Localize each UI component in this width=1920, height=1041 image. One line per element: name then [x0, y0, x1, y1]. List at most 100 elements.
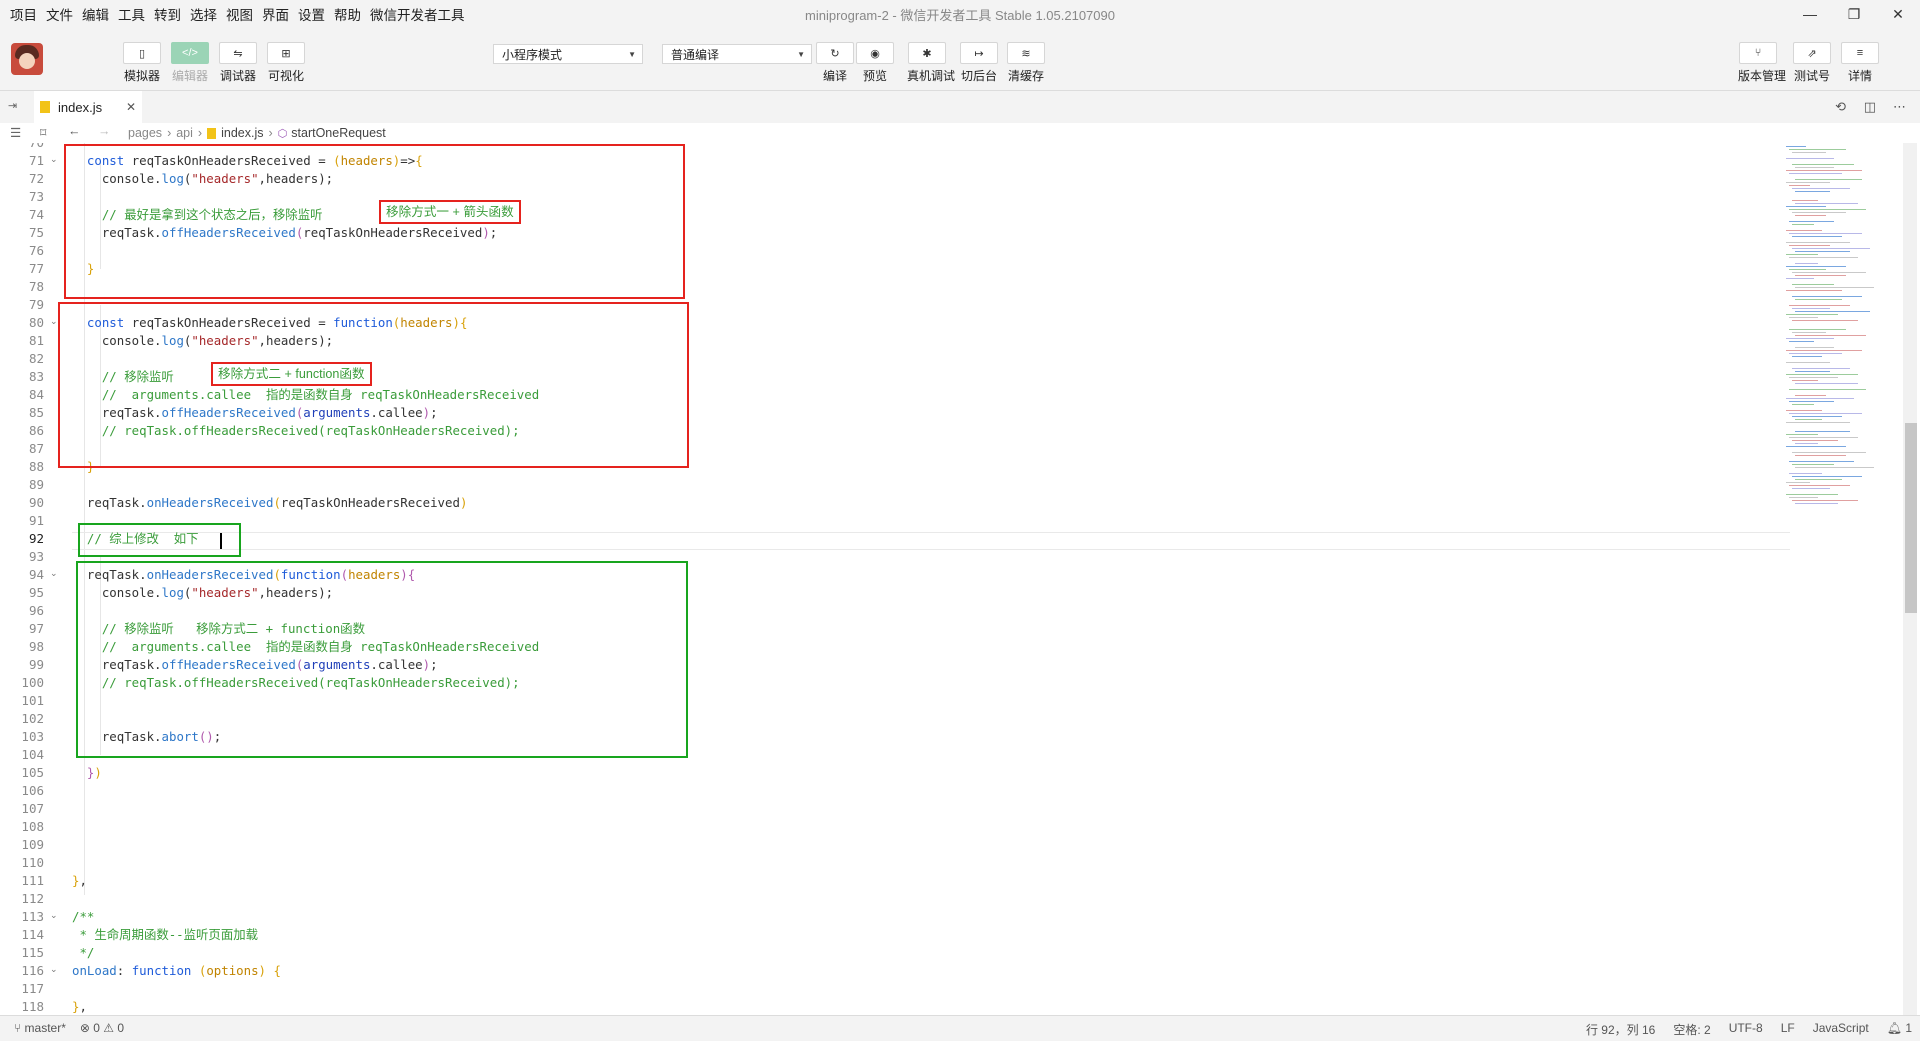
split-editor-icon[interactable]: ◫ [1864, 99, 1876, 115]
版本管理-button[interactable]: ⑂ 版本管理 [1738, 42, 1786, 84]
code-line[interactable]: }) [72, 764, 102, 782]
fold-chevron-icon[interactable]: ⌄ [50, 964, 58, 975]
调试器-button[interactable]: ⇋ 调试器 [218, 42, 258, 84]
minimap-line [1792, 272, 1866, 273]
minimap-line [1792, 404, 1814, 405]
breadcrumb-item[interactable]: startOneRequest [291, 126, 386, 140]
可视化-button[interactable]: ⊞ 可视化 [266, 42, 306, 84]
minimap-line [1786, 266, 1846, 267]
menu-item[interactable]: 选择 [190, 4, 217, 24]
切后台-button[interactable]: ↦ 切后台 [959, 42, 999, 84]
minimap-line [1786, 494, 1838, 495]
menu-item[interactable]: 视图 [226, 4, 253, 24]
breadcrumb-item[interactable]: api [176, 126, 193, 140]
forward-arrow-icon[interactable]: → [98, 124, 111, 138]
minimize-button[interactable]: — [1788, 0, 1832, 28]
line-number: 117 [21, 981, 44, 996]
fold-chevron-icon[interactable]: ⌄ [50, 568, 58, 579]
模拟器-button[interactable]: ▯ 模拟器 [122, 42, 162, 84]
code-line[interactable]: }, [72, 872, 87, 890]
breadcrumb-item[interactable]: pages [128, 126, 162, 140]
code-line[interactable]: onLoad: function (options) { [72, 962, 281, 980]
compile-select[interactable]: 普通编译 ▼ [662, 44, 812, 64]
menu-item[interactable]: 转到 [154, 4, 181, 24]
测试号-button[interactable]: ⇗ 测试号 [1792, 42, 1832, 84]
indentation[interactable]: 空格: 2 [1673, 1021, 1710, 1038]
encoding[interactable]: UTF-8 [1729, 1021, 1763, 1038]
close-window-button[interactable]: ✕ [1876, 0, 1920, 28]
line-number: 76 [28, 243, 44, 258]
language-mode[interactable]: JavaScript [1813, 1021, 1869, 1038]
minimap-line [1786, 290, 1842, 291]
line-number: 91 [28, 513, 44, 528]
编译-button[interactable]: ↻ 编译 [815, 42, 855, 84]
minimap-line [1795, 179, 1862, 180]
bookmark-icon[interactable]: ⌑ [40, 125, 46, 140]
minimap-line [1786, 398, 1854, 399]
line-number: 85 [28, 405, 44, 420]
code-line[interactable]: reqTask.onHeadersReceived(reqTaskOnHeade… [72, 494, 468, 512]
line-number: 92 [28, 531, 44, 546]
minimap-line [1786, 158, 1834, 159]
problems-indicator[interactable]: ⊗ 0 ⚠ 0 [80, 1021, 124, 1035]
annotation-label-function: 移除方式二 + function函数 [211, 362, 372, 386]
history-icon[interactable]: ⟲ [1835, 99, 1846, 115]
code-line[interactable]: * 生命周期函数--监听页面加载 [72, 926, 258, 944]
line-number: 102 [21, 711, 44, 726]
outline-icon[interactable]: ☰ [10, 125, 21, 140]
清缓存-button[interactable]: ≋ 清缓存 [1006, 42, 1046, 84]
notifications[interactable]: 🔔︎ 1 [1887, 1021, 1912, 1038]
annotation-label-arrow: 移除方式一 + 箭头函数 [379, 200, 521, 224]
vertical-scrollbar[interactable] [1903, 143, 1917, 1015]
minimap-line [1789, 245, 1830, 246]
minimap[interactable] [1782, 143, 1900, 543]
minimap-line [1786, 254, 1818, 255]
menu-item[interactable]: 项目 [10, 4, 37, 24]
menu-item[interactable]: 界面 [262, 4, 289, 24]
minimap-line [1792, 200, 1818, 201]
真机调试-button[interactable]: ✱ 真机调试 [907, 42, 955, 84]
mode-select[interactable]: 小程序模式 ▼ [493, 44, 643, 64]
menu-item[interactable]: 文件 [46, 4, 73, 24]
menu-item[interactable]: 设置 [298, 4, 325, 24]
fold-chevron-icon[interactable]: ⌄ [50, 154, 58, 165]
code-editor[interactable]: 7071 ⌄ 72 73 74 75 76 77 78 79 80 ⌄ 81 82 83 84 85 86 87 88… [0, 143, 1900, 1015]
sidebar-toggle-icon[interactable]: ⇥ [8, 99, 17, 112]
user-avatar[interactable] [11, 43, 43, 75]
tab-close-icon[interactable]: ✕ [126, 100, 136, 114]
minimap-line [1795, 443, 1818, 444]
debugger-icon: ⇋ [219, 42, 257, 64]
minimap-line [1795, 395, 1826, 396]
minimap-line [1789, 317, 1818, 318]
more-icon[interactable]: ⋯ [1893, 99, 1906, 115]
minimap-line [1795, 191, 1830, 192]
back-arrow-icon[interactable]: ← [68, 124, 81, 138]
minimap-line [1792, 296, 1862, 297]
git-branch[interactable]: ⑂ master* [14, 1021, 66, 1035]
menu-item[interactable]: 编辑 [82, 4, 109, 24]
详情-button[interactable]: ≡ 详情 [1840, 42, 1880, 84]
tab-index-js[interactable]: index.js ✕ [34, 91, 142, 123]
scrollbar-thumb[interactable] [1905, 423, 1917, 613]
menu-item[interactable]: 工具 [118, 4, 145, 24]
fold-chevron-icon[interactable]: ⌄ [50, 910, 58, 921]
code-line[interactable]: }, [72, 998, 87, 1015]
fold-chevron-icon[interactable]: ⌄ [50, 316, 58, 327]
line-number: 107 [21, 801, 44, 816]
line-number: 118 [21, 999, 44, 1014]
menu-item[interactable]: 帮助 [334, 4, 361, 24]
line-number: 112 [21, 891, 44, 906]
minimap-line [1786, 434, 1818, 435]
预览-button[interactable]: ◉ 预览 [855, 42, 895, 84]
line-number: 86 [28, 423, 44, 438]
breadcrumb-item[interactable]: index.js [221, 126, 263, 140]
code-line[interactable]: */ [72, 944, 94, 962]
code-line[interactable]: /** [72, 908, 94, 926]
cursor-position[interactable]: 行 92，列 16 [1586, 1021, 1655, 1038]
phone-icon: ▯ [123, 42, 161, 64]
line-ending[interactable]: LF [1781, 1021, 1795, 1038]
eye-icon: ◉ [856, 42, 894, 64]
menu-item[interactable]: 微信开发者工具 [370, 4, 465, 24]
编辑器-button[interactable]: </> 编辑器 [170, 42, 210, 84]
maximize-button[interactable]: ❐ [1832, 0, 1876, 28]
